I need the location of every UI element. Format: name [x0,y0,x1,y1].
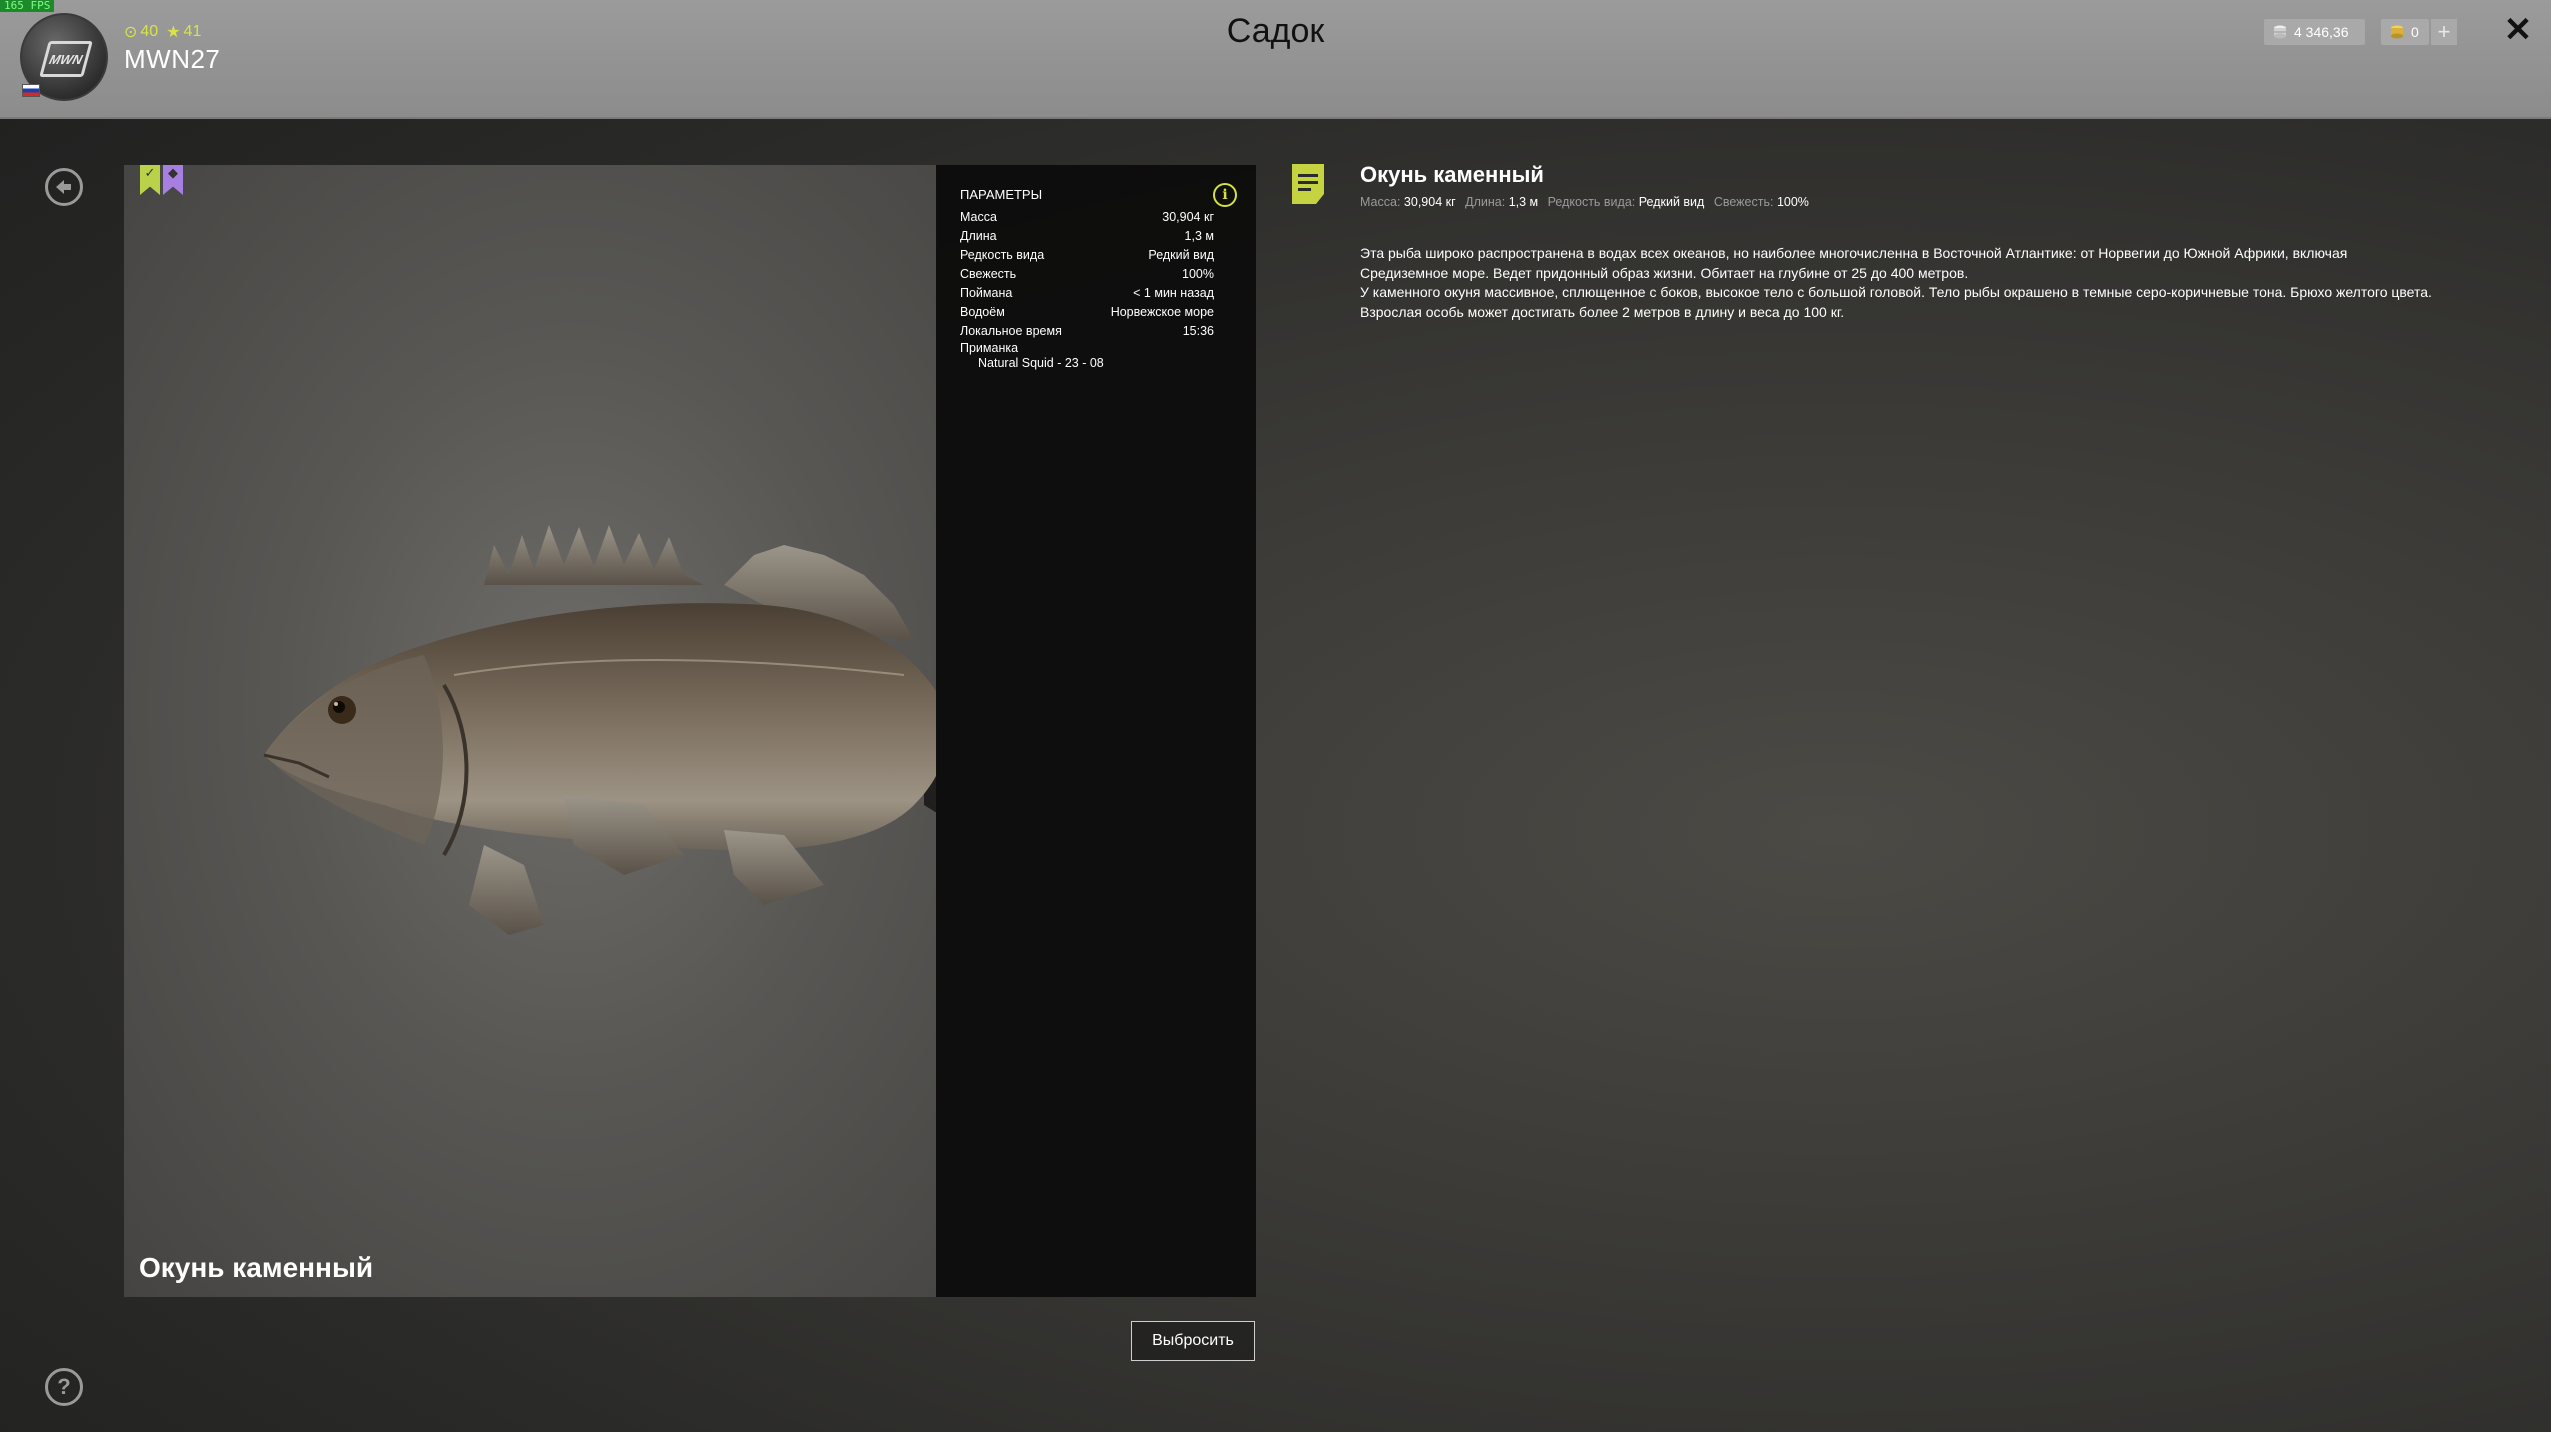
description-line: Взрослая особь может достигать более 2 м… [1360,303,1845,320]
param-row-water: Водоём Норвежское море [960,303,1214,322]
param-label: Водоём [960,305,1005,319]
bookmark-pin-icon[interactable]: ◆ [163,165,183,195]
page-title: Садок [1226,12,1325,50]
meta-label: Длина: [1465,195,1506,209]
param-label: Локальное время [960,324,1062,338]
close-button[interactable]: ✕ [2500,11,2536,49]
close-icon: ✕ [2503,11,2533,49]
help-icon: ? [57,1374,71,1399]
fps-counter: 165 FPS [0,0,55,12]
note-icon [1292,164,1324,204]
param-row-freshness: Свежесть 100% [960,265,1214,284]
coins-icon [2274,25,2286,39]
param-value: < 1 мин назад [1133,286,1214,300]
parameters-header: ПАРАМЕТРЫ [960,187,1043,202]
release-fish-button[interactable]: Выбросить [1131,1321,1255,1361]
bookmark-check-icon[interactable]: ✓ [140,165,160,195]
meta-value: 30,904 кг [1403,195,1456,209]
description-line: Средиземное море. Ведет придонный образ … [1360,264,1969,281]
meta-label: Масса: [1360,195,1401,209]
param-label: Редкость вида [960,248,1045,262]
param-value: 1,3 м [1184,229,1214,243]
meta-value: Редкий вид [1638,195,1705,209]
country-flag-icon [22,84,40,97]
bookmark-group: ✓ ◆ [140,165,183,195]
description-line: У каменного окуня массивное, сплющенное … [1360,284,2432,300]
gold-balance[interactable]: 0 [2381,19,2429,45]
fish-preview-panel[interactable]: ✓ ◆ Окунь каменный [124,165,937,1297]
fish-image [263,525,937,935]
description-text: Эта рыба широко распространена в водах в… [1360,244,2520,322]
bait-label: Приманка [960,341,1019,355]
add-currency-button[interactable]: + [2431,19,2457,45]
description-line: Эта рыба широко распространена в водах в… [1360,245,2348,261]
param-row-rarity: Редкость вида Редкий вид [960,246,1214,265]
help-button[interactable]: ? [45,1368,83,1406]
param-label: Масса [960,210,997,224]
meta-value: 1,3 м [1508,195,1539,209]
param-value: 100% [1182,267,1214,281]
parameters-list: Масса 30,904 кг Длина 1,3 м Редкость вид… [960,208,1214,370]
meta-value: 100% [1776,195,1809,209]
param-row-mass: Масса 30,904 кг [960,208,1214,227]
top-bar: 165 FPS MWN ⊙ 40 ★ 41 MWN27 Садок 4 346,… [0,0,2551,119]
credits-balance[interactable]: 4 346,36 [2264,19,2365,45]
param-value: Норвежское море [1110,305,1214,319]
param-row-caught: Поймана < 1 мин назад [960,284,1214,303]
gold-icon [2391,25,2403,39]
back-button[interactable] [45,168,83,206]
description-title: Окунь каменный [1360,162,1544,187]
meta-label: Свежесть: [1713,195,1774,209]
description-meta: Масса: 30,904 кг Длина: 1,3 м Редкость в… [1360,195,1815,209]
back-arrow-icon [56,180,71,194]
param-row-local-time: Локальное время 15:36 [960,322,1214,341]
param-value: 15:36 [1182,324,1214,338]
parameters-panel: ПАРАМЕТРЫ i Масса 30,904 кг Длина 1,3 м … [936,165,1256,1297]
param-label: Длина [960,229,997,243]
meta-label: Редкость вида: [1547,195,1636,209]
fish-name-caption: Окунь каменный [139,1252,374,1283]
param-row-length: Длина 1,3 м [960,227,1214,246]
info-icon[interactable]: i [1213,183,1237,207]
gold-value: 0 [2411,24,2419,40]
param-value: 30,904 кг [1162,210,1214,224]
credits-value: 4 346,36 [2294,24,2349,40]
param-label: Поймана [960,286,1013,300]
param-value: Редкий вид [1148,248,1214,262]
param-label: Свежесть [960,267,1017,281]
bait-value: Natural Squid - 23 - 08 [978,356,1104,370]
